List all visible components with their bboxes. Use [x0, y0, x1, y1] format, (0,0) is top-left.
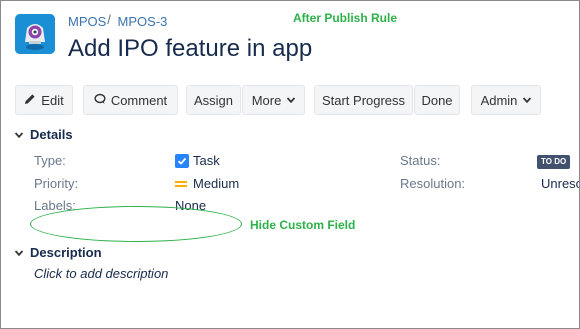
pencil-icon — [24, 93, 36, 108]
issue-view: MPOS/ MPOS-3 After Publish Rule Add IPO … — [0, 0, 580, 329]
issue-title[interactable]: Add IPO feature in app — [68, 35, 312, 63]
chevron-down-icon — [14, 130, 24, 140]
status-badge[interactable]: TO DO — [537, 155, 571, 169]
chevron-down-icon — [14, 248, 24, 258]
comment-button-label: Comment — [110, 92, 168, 108]
start-progress-button-label: Start Progress — [321, 92, 406, 108]
type-value[interactable]: Task — [175, 153, 220, 168]
breadcrumb-issue-link[interactable]: MPOS-3 — [118, 14, 168, 29]
hide-custom-field-annotation: Hide Custom Field — [250, 218, 356, 232]
priority-medium-icon — [175, 179, 187, 189]
chevron-down-icon — [523, 95, 532, 105]
description-field[interactable]: Click to add description — [34, 266, 168, 281]
more-button[interactable]: More — [242, 85, 305, 115]
task-checkbox-icon — [175, 153, 189, 168]
priority-value[interactable]: Medium — [175, 176, 239, 191]
resolution-value: Unreso — [541, 176, 580, 191]
project-avatar-icon[interactable] — [15, 14, 55, 54]
status-label: Status: — [400, 153, 441, 168]
breadcrumb-separator: / — [107, 12, 111, 27]
done-button[interactable]: Done — [414, 85, 460, 115]
priority-label: Priority: — [34, 176, 79, 191]
breadcrumb: MPOS/ MPOS-3 — [68, 12, 168, 29]
details-heading: Details — [30, 127, 73, 142]
description-heading: Description — [30, 245, 102, 260]
breadcrumb-project-link[interactable]: MPOS — [68, 14, 106, 29]
type-value-text: Task — [193, 153, 220, 168]
chevron-down-icon — [287, 95, 296, 105]
admin-button-label: Admin — [480, 92, 518, 108]
description-toggle[interactable]: Description — [14, 245, 102, 260]
hidden-field-highlight — [30, 206, 242, 242]
done-button-label: Done — [421, 92, 453, 108]
edit-button-label: Edit — [41, 92, 64, 108]
comment-button[interactable]: Comment — [83, 85, 178, 115]
priority-value-text: Medium — [193, 176, 240, 191]
resolution-label: Resolution: — [400, 176, 466, 191]
start-progress-button[interactable]: Start Progress — [314, 85, 413, 115]
after-publish-annotation: After Publish Rule — [293, 11, 398, 25]
assign-button-label: Assign — [193, 92, 234, 108]
edit-button[interactable]: Edit — [15, 85, 73, 115]
type-label: Type: — [34, 153, 66, 168]
details-toggle[interactable]: Details — [14, 127, 73, 142]
comment-icon — [94, 93, 106, 108]
more-button-label: More — [251, 92, 282, 108]
admin-button[interactable]: Admin — [471, 85, 541, 115]
assign-button[interactable]: Assign — [186, 85, 241, 115]
